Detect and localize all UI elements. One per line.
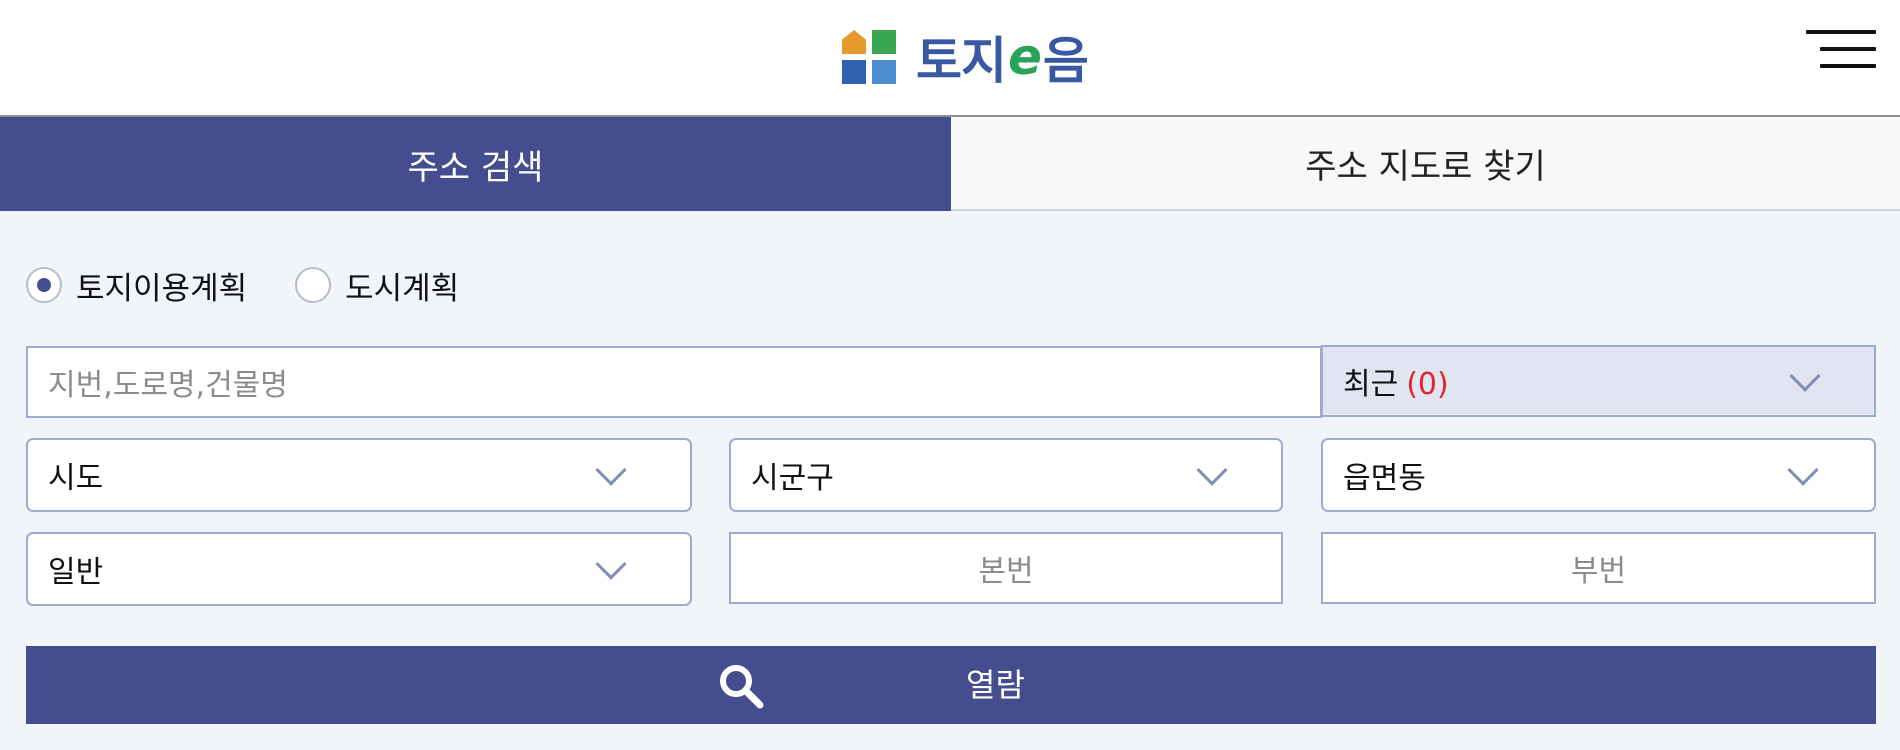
tab-address-search[interactable]: 주소 검색 [0,117,951,211]
chevron-down-icon [1196,454,1228,486]
menu-line-icon [1820,64,1876,68]
recent-label-group: 최근 (0) [1343,359,1449,403]
view-button-label: 열람 [966,666,1025,704]
sub-number-input[interactable]: 부번 [1321,532,1876,604]
logo-text-right: 음 [1042,32,1089,90]
radio-checked-icon[interactable] [26,267,62,303]
menu-line-icon [1820,47,1876,51]
tab-map-search[interactable]: 주소 지도로 찾기 [951,117,1900,211]
sigungu-select[interactable]: 시군구 [729,438,1283,512]
eupmyeondong-select[interactable]: 읍면동 [1321,438,1876,512]
recent-searches-dropdown[interactable]: 최근 (0) [1321,345,1876,417]
sub-number-placeholder: 부번 [1570,554,1627,589]
lot-type-value: 일반 [48,555,104,590]
view-button[interactable]: 열람 [26,646,1876,724]
sigungu-value: 시군구 [751,461,834,496]
chevron-down-icon [1787,454,1819,486]
address-search-input[interactable]: 지번,도로명,건물명 [26,346,1322,418]
radio-urban-plan[interactable]: 도시계획 [295,263,459,308]
logo-text: 토지 e 음 [916,21,1089,93]
radio-unchecked-icon[interactable] [295,267,332,303]
main-number-placeholder: 본번 [978,554,1034,589]
search-mode-tabs: 주소 검색 주소 지도로 찾기 [0,117,1900,211]
logo-text-left: 토지 [916,32,1007,90]
logo-mark-icon [840,28,898,86]
radio-label: 토지이용계획 [76,270,248,307]
sido-value: 시도 [48,461,104,496]
logo-text-e: e [1008,28,1042,86]
site-logo[interactable]: 토지 e 음 [840,26,1089,90]
menu-line-icon [1806,30,1876,34]
search-placeholder: 지번,도로명,건물명 [48,368,288,403]
radio-land-use-plan[interactable]: 토지이용계획 [26,263,247,308]
chevron-down-icon [595,548,627,580]
tab-label: 주소 검색 [407,147,544,188]
plan-type-radio-group: 토지이용계획 도시계획 [26,263,507,308]
hamburger-menu-button[interactable] [1806,26,1876,72]
sido-select[interactable]: 시도 [26,438,692,512]
tab-label: 주소 지도로 찾기 [1305,146,1546,187]
lot-type-select[interactable]: 일반 [26,532,692,606]
eupmyeondong-value: 읍면동 [1343,461,1426,496]
recent-count: (0) [1406,367,1449,402]
app-header: 토지 e 음 [0,0,1900,117]
chevron-down-icon [1789,360,1821,392]
chevron-down-icon [595,454,627,486]
recent-label: 최근 [1343,367,1399,402]
radio-label: 도시계획 [345,270,460,307]
search-icon [720,665,764,709]
main-number-input[interactable]: 본번 [729,532,1283,604]
